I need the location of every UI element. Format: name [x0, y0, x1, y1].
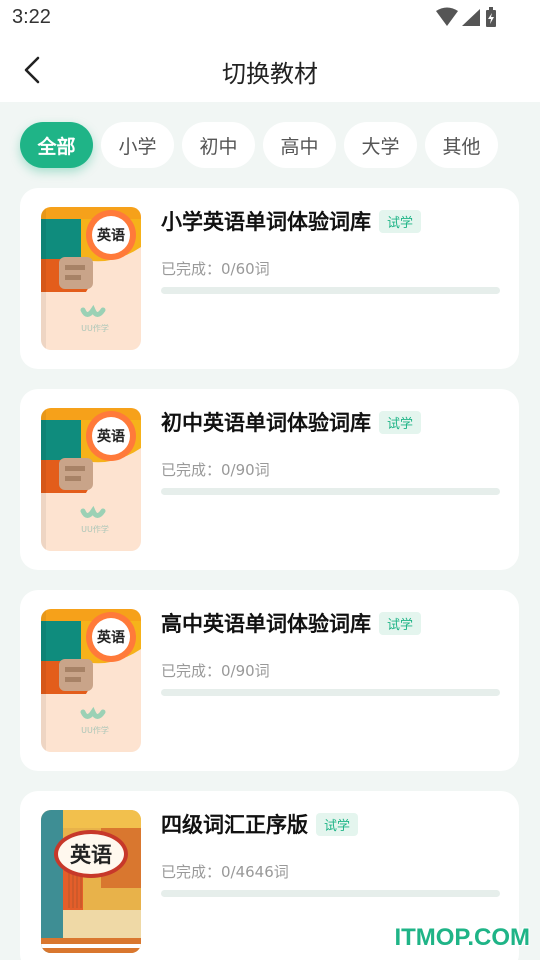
- status-bar: 3:22: [0, 0, 540, 38]
- progress-bar: [161, 689, 500, 696]
- progress-bar: [161, 488, 500, 495]
- book-card[interactable]: 英语 UU作学 高中英语单词体验词库 试学 已完成：0/90词: [20, 590, 519, 771]
- category-tabs: 全部 小学 初中 高中 大学 其他: [20, 122, 506, 168]
- book-title-text: 高中英语单词体验词库: [161, 612, 371, 636]
- book-title: 高中英语单词体验词库 试学: [161, 608, 422, 638]
- book-cover: 英语 UU作学: [41, 609, 141, 752]
- tab-primary[interactable]: 小学: [101, 122, 174, 168]
- tab-senior-high[interactable]: 高中: [263, 122, 336, 168]
- watermark-text: ITMOP.COM: [394, 924, 530, 951]
- battery-icon: [486, 7, 496, 27]
- page-title: 切换教材: [222, 60, 318, 88]
- progress-bar: [161, 890, 500, 897]
- app-header: 切换教材: [0, 38, 540, 102]
- trial-badge: 试学: [379, 611, 422, 635]
- book-card[interactable]: 英语 UU作学 小学英语单词体验词库 试学 已完成：0/60词: [20, 188, 519, 369]
- cover-brand: UU作学: [81, 323, 109, 333]
- cover-title: 英语: [96, 428, 125, 445]
- progress-text: 已完成：0/90词: [161, 662, 270, 680]
- tab-all[interactable]: 全部: [20, 122, 93, 168]
- cover-title: 英语: [96, 227, 125, 244]
- progress-bar: [161, 287, 500, 294]
- status-time: 3:22: [12, 6, 51, 28]
- book-title-text: 四级词汇正序版: [161, 813, 308, 837]
- book-title-text: 初中英语单词体验词库: [161, 411, 371, 435]
- book-title-text: 小学英语单词体验词库: [161, 210, 371, 234]
- tab-university[interactable]: 大学: [344, 122, 417, 168]
- tab-junior-high[interactable]: 初中: [182, 122, 255, 168]
- trial-badge: 试学: [316, 812, 359, 836]
- book-title: 四级词汇正序版 试学: [161, 809, 359, 839]
- signal-icon: [462, 9, 480, 26]
- cover-title: 英语: [96, 629, 125, 646]
- tab-other[interactable]: 其他: [425, 122, 498, 168]
- progress-text: 已完成：0/4646词: [161, 863, 289, 881]
- trial-badge: 试学: [379, 410, 422, 434]
- cover-brand: UU作学: [81, 725, 109, 735]
- book-cover: 英语 UU作学: [41, 207, 141, 350]
- book-title: 初中英语单词体验词库 试学: [161, 407, 422, 437]
- trial-badge: 试学: [379, 209, 422, 233]
- status-icons: [436, 7, 500, 33]
- cover-brand: UU作学: [81, 524, 109, 534]
- progress-text: 已完成：0/90词: [161, 461, 270, 479]
- cover-title: 英语: [70, 842, 112, 867]
- book-cover: 英语: [41, 810, 141, 953]
- book-card[interactable]: 英语 UU作学 初中英语单词体验词库 试学 已完成：0/90词: [20, 389, 519, 570]
- book-cover: 英语 UU作学: [41, 408, 141, 551]
- book-title: 小学英语单词体验词库 试学: [161, 206, 422, 236]
- progress-text: 已完成：0/60词: [161, 260, 270, 278]
- wifi-icon: [436, 7, 458, 26]
